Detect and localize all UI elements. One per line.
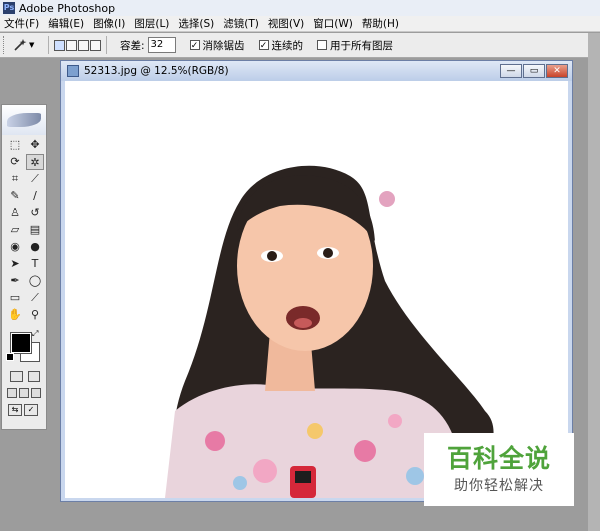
divider <box>48 36 49 54</box>
menu-view[interactable]: 视图(V) <box>268 16 304 31</box>
watermark: 百科全说 助你轻松解决 <box>424 433 574 506</box>
crop-tool-icon[interactable]: ⌗ <box>6 171 24 187</box>
history-brush-tool-icon[interactable]: ↺ <box>26 205 44 221</box>
screen-mode-group <box>7 388 46 398</box>
menu-select[interactable]: 选择(S) <box>178 16 214 31</box>
brush-tool-icon[interactable]: ∕ <box>26 188 44 204</box>
swap-colors-icon[interactable]: ⤢ <box>32 329 38 339</box>
menu-edit[interactable]: 编辑(E) <box>48 16 84 31</box>
contiguous-check-icon: ✓ <box>258 40 269 51</box>
eyedropper-tool-icon[interactable]: ⟋ <box>26 290 44 306</box>
dodge-tool-icon[interactable]: ● <box>26 239 44 255</box>
color-swatches: ⤢ <box>6 329 42 365</box>
selection-mode-group <box>54 39 101 51</box>
path-selection-tool-icon[interactable]: ➤ <box>6 256 24 272</box>
document-title: 52313.jpg @ 12.5%(RGB/8) <box>84 65 229 77</box>
type-tool-icon[interactable]: T <box>26 256 44 272</box>
sample-all-layers-check-icon <box>317 40 328 50</box>
menu-image[interactable]: 图像(I) <box>93 16 125 31</box>
options-bar-grip[interactable] <box>3 36 7 54</box>
jump-to-imageready-icon[interactable]: ⇆ <box>8 404 22 416</box>
lasso-tool-icon[interactable]: ⟳ <box>6 154 24 170</box>
anti-alias-check-icon: ✓ <box>189 40 200 51</box>
feather-logo-icon <box>7 113 41 127</box>
slice-tool-icon[interactable]: ⟋ <box>26 171 44 187</box>
menu-window[interactable]: 窗口(W) <box>313 16 353 31</box>
pen-tool-icon[interactable]: ✒ <box>6 273 24 289</box>
clone-stamp-tool-icon[interactable]: ♙ <box>6 205 24 221</box>
tolerance-label: 容差: <box>120 39 145 52</box>
contiguous-label: 连续的 <box>271 39 304 52</box>
menu-file[interactable]: 文件(F) <box>4 16 39 31</box>
app-title-bar: Ps Adobe Photoshop <box>0 0 600 16</box>
edit-in-imageready-icon[interactable]: ✓ <box>24 404 38 416</box>
contiguous-checkbox[interactable]: ✓ 连续的 <box>258 38 304 53</box>
default-colors-icon[interactable] <box>6 353 14 361</box>
options-bar: ▼ 容差: 32 ✓ 消除锯齿 ✓ 连续的 用于所有图层 <box>0 33 600 58</box>
sample-all-layers-label: 用于所有图层 <box>330 39 394 52</box>
menu-help[interactable]: 帮助(H) <box>362 16 399 31</box>
divider <box>106 36 107 54</box>
gradient-tool-icon[interactable]: ▤ <box>26 222 44 238</box>
shape-tool-icon[interactable]: ◯ <box>26 273 44 289</box>
watermark-main-text: 百科全说 <box>446 444 551 473</box>
standard-screen-mode-button[interactable] <box>7 388 17 398</box>
restore-button[interactable]: ▭ <box>523 64 545 78</box>
standard-mode-button[interactable] <box>10 371 23 382</box>
marquee-tool-icon[interactable]: ⬚ <box>6 137 24 153</box>
new-selection-button[interactable] <box>54 39 65 51</box>
jump-to-group: ⇆ ✓ <box>8 404 46 416</box>
add-to-selection-button[interactable] <box>66 39 77 51</box>
toolbox: ⬚ ✥ ⟳ ✲ ⌗ ⟋ ✎ ∕ ♙ ↺ ▱ ▤ ◉ ● ➤ T ✒ ◯ ▭ ⟋ ✋ ⚲ ⤢ ⇆ ✓ <box>1 104 47 430</box>
menu-bar: 文件(F) 编辑(E) 图像(I) 图层(L) 选择(S) 滤镜(T) 视图(V… <box>0 16 600 32</box>
tool-grid: ⬚ ✥ ⟳ ✲ ⌗ ⟋ ✎ ∕ ♙ ↺ ▱ ▤ ◉ ● ➤ T ✒ ◯ ▭ ⟋ ✋ ⚲ <box>2 135 46 325</box>
window-controls: — ▭ ✕ <box>500 64 568 78</box>
full-screen-menu-mode-button[interactable] <box>19 388 29 398</box>
full-screen-mode-button[interactable] <box>31 388 41 398</box>
photoshop-logo-icon: Ps <box>3 2 15 14</box>
anti-alias-checkbox[interactable]: ✓ 消除锯齿 <box>189 38 245 53</box>
intersect-selection-button[interactable] <box>90 39 101 51</box>
palette-well-edge <box>588 33 600 531</box>
document-icon <box>67 65 79 77</box>
foreground-color-swatch[interactable] <box>10 332 32 354</box>
blur-tool-icon[interactable]: ◉ <box>6 239 24 255</box>
eraser-tool-icon[interactable]: ▱ <box>6 222 24 238</box>
notes-tool-icon[interactable]: ▭ <box>6 290 24 306</box>
app-title: Adobe Photoshop <box>19 1 116 15</box>
magic-wand-tool-icon[interactable]: ✲ <box>26 154 44 170</box>
quick-mask-group <box>10 371 40 382</box>
subtract-from-selection-button[interactable] <box>78 39 89 51</box>
chevron-down-icon: ▼ <box>29 41 35 49</box>
anti-alias-label: 消除锯齿 <box>202 39 245 52</box>
tool-preset-picker[interactable]: ▼ <box>13 36 43 54</box>
minimize-button[interactable]: — <box>500 64 522 78</box>
menu-layer[interactable]: 图层(L) <box>134 16 169 31</box>
tolerance-input[interactable]: 32 <box>147 37 176 53</box>
healing-brush-tool-icon[interactable]: ✎ <box>6 188 24 204</box>
watermark-sub-text: 助你轻松解决 <box>454 478 544 494</box>
zoom-tool-icon[interactable]: ⚲ <box>26 307 44 323</box>
magic-wand-icon <box>14 39 27 51</box>
toolbox-header[interactable] <box>2 105 46 135</box>
move-tool-icon[interactable]: ✥ <box>26 137 44 153</box>
close-button[interactable]: ✕ <box>546 64 568 78</box>
hand-tool-icon[interactable]: ✋ <box>6 307 24 323</box>
sample-all-layers-checkbox[interactable]: 用于所有图层 <box>317 38 393 53</box>
quick-mask-button[interactable] <box>27 371 40 382</box>
menu-filter[interactable]: 滤镜(T) <box>223 16 259 31</box>
document-title-bar[interactable]: 52313.jpg @ 12.5%(RGB/8) — ▭ ✕ <box>61 61 572 81</box>
